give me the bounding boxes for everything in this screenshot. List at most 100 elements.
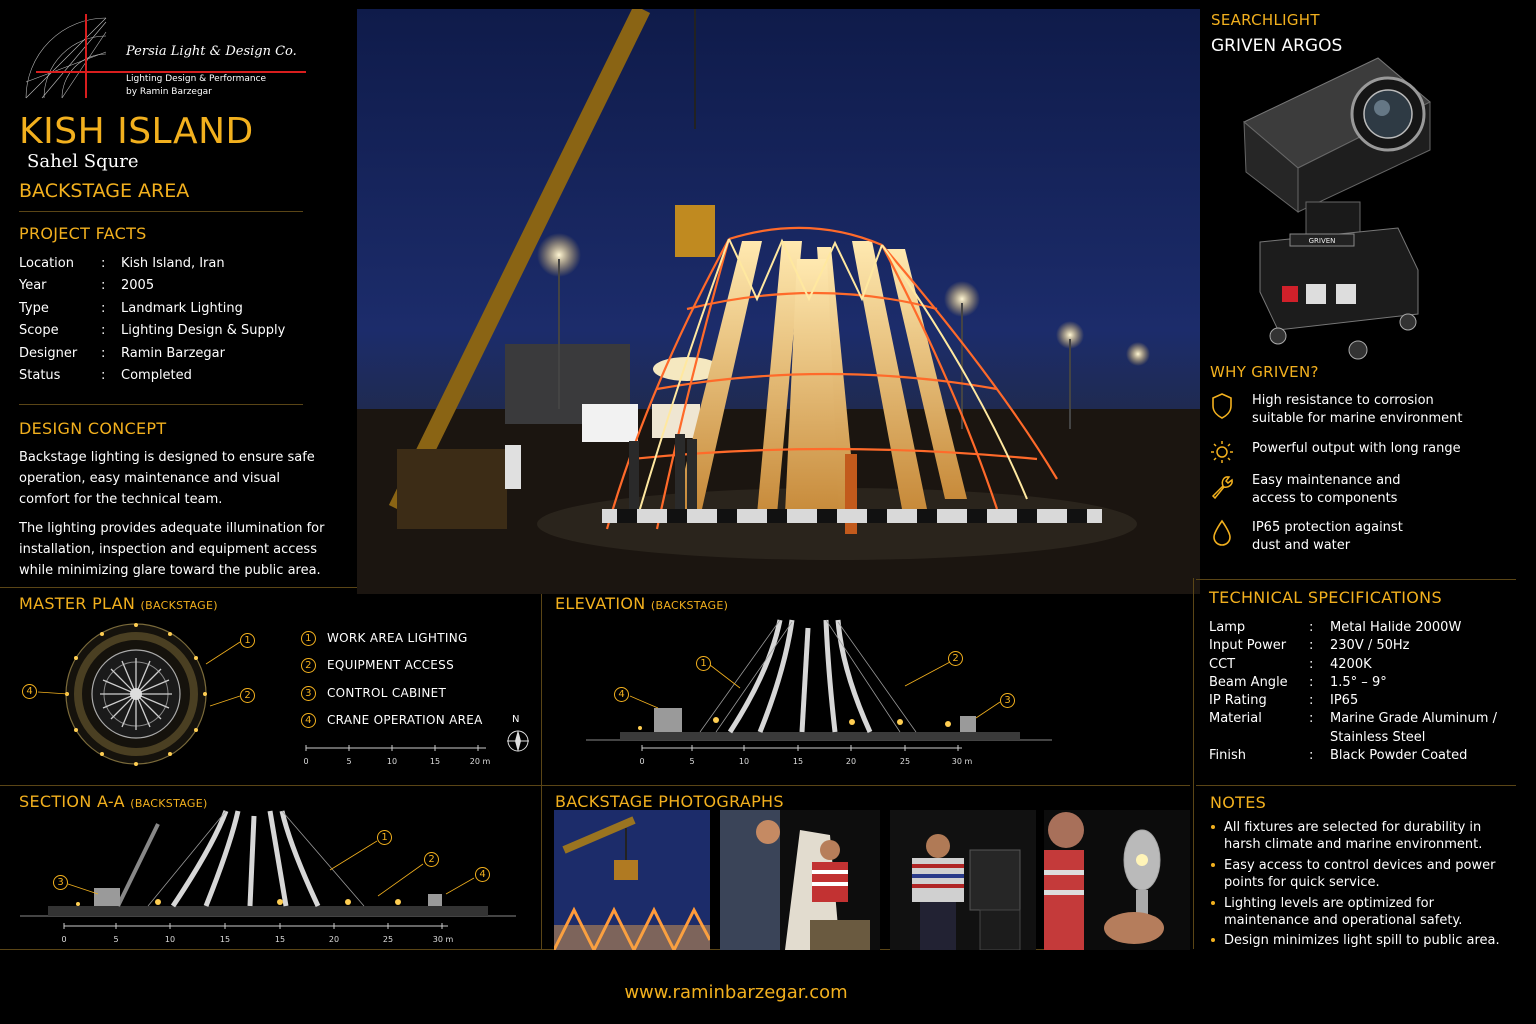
- scale-label: 20: [846, 757, 856, 766]
- searchlight-product-image: GRIVEN: [1243, 57, 1431, 360]
- scale-label: 0: [303, 757, 308, 766]
- fact-colon: :: [101, 256, 106, 271]
- spec-row: Beam Angle:1.5° – 9°: [1209, 674, 1387, 690]
- searchlight-heading: SEARCHLIGHT: [1211, 11, 1320, 29]
- spec-row: IP Rating: IP65: [1209, 693, 1359, 709]
- fact-row: Type: Landmark Lighting: [19, 298, 285, 320]
- fact-row: Designer: Ramin Barzegar: [19, 343, 285, 365]
- scale-label: 15: [793, 757, 803, 766]
- company-author: by Ramin Barzegar: [126, 87, 212, 97]
- design-concept-heading: DESIGN CONCEPT: [19, 419, 167, 438]
- fact-value: 2005: [121, 278, 155, 294]
- shield-icon: [1212, 393, 1232, 419]
- legend-item: 4 CRANE OPERATION AREA: [301, 707, 483, 734]
- why-griven-heading: WHY GRIVEN?: [1210, 363, 1319, 381]
- company-logo: Persia Light & Design Co. Lighting Desig…: [22, 12, 312, 102]
- scale-label: 20 m: [470, 757, 491, 766]
- legend-item: 2 EQUIPMENT ACCESS: [301, 652, 483, 679]
- backstage-photo-equipment: [890, 810, 1036, 950]
- section-scale-bar: 0 5 10 15 15 20 25 30 m: [61, 923, 453, 944]
- divider: [19, 404, 303, 405]
- scale-label: 10: [165, 935, 175, 944]
- callout-badge: 2: [948, 651, 963, 666]
- scale-label: 5: [113, 935, 118, 944]
- divider: [1193, 578, 1194, 949]
- scale-label: 20: [329, 935, 339, 944]
- fact-colon: :: [101, 323, 106, 339]
- fact-value: Completed: [121, 368, 192, 384]
- legend-item: 3 CONTROL CABINET: [301, 680, 483, 707]
- company-tagline: Lighting Design & Performance: [126, 74, 267, 84]
- elevation-scale-bar: 0 5 10 15 20 25 30 m: [639, 745, 973, 766]
- divider: [541, 594, 542, 949]
- scale-label: 10: [739, 757, 749, 766]
- scale-label: 15: [275, 935, 285, 944]
- divider: [0, 587, 357, 588]
- elevation-drawing: [586, 619, 1052, 741]
- callout-badge: 4: [22, 684, 37, 699]
- callout-badge: 1: [377, 830, 392, 845]
- fact-value: Landmark Lighting: [121, 300, 243, 316]
- project-facts-heading: PROJECT FACTS: [19, 224, 147, 243]
- fact-row: Location: Kish Island, Iran: [19, 253, 285, 275]
- scale-label: 25: [383, 935, 393, 944]
- master-plan-legend: 1 WORK AREA LIGHTING 2 EQUIPMENT ACCESS 3C…: [301, 625, 483, 734]
- spec-row: Finish: Black Powder Coated: [1209, 748, 1468, 764]
- scale-label: 0: [639, 757, 644, 766]
- callout-badge: 2: [240, 688, 255, 703]
- fact-value: Lighting Design & Supply: [121, 323, 286, 339]
- backstage-photographs-heading: BACKSTAGE PHOTOGRAPHS: [555, 792, 784, 811]
- callout-badge: 2: [424, 852, 439, 867]
- footer-website-link[interactable]: www.raminbarzegar.com: [0, 982, 1472, 1003]
- technical-specifications-heading: TECHNICAL SPECIFICATIONS: [1209, 588, 1442, 607]
- notes-heading: NOTES: [1210, 793, 1267, 812]
- water-drop-icon: [1213, 519, 1231, 546]
- technical-specifications-list: Lamp: Metal Halide 2000W Input Power:230V…: [1209, 619, 1510, 765]
- why-text: Powerful output with long range: [1252, 441, 1461, 456]
- fact-colon: :: [101, 300, 106, 316]
- scale-label: 5: [689, 757, 694, 766]
- fact-key: Location: [19, 256, 74, 271]
- product-brand-mark: GRIVEN: [1309, 237, 1336, 245]
- project-title: KISH ISLAND: [19, 111, 254, 152]
- scale-label: 25: [900, 757, 910, 766]
- fact-key: Designer: [19, 345, 78, 361]
- fact-key: Scope: [19, 323, 59, 339]
- scale-label: 5: [346, 757, 351, 766]
- scale-label: 30 m: [952, 757, 973, 766]
- fact-value: Kish Island, Iran: [121, 256, 225, 271]
- master-plan-heading: MASTER PLAN (BACKSTAGE): [19, 594, 218, 613]
- north-arrow-icon: [507, 730, 529, 752]
- callout-badge: 4: [475, 867, 490, 882]
- why-item: Powerful output with long range: [1210, 440, 1461, 468]
- fact-value: Ramin Barzegar: [121, 345, 225, 361]
- note-item: Lighting levels are optimized for mainte…: [1210, 895, 1510, 930]
- project-subtitle: Sahel Squre: [27, 151, 139, 172]
- notes-list: All fixtures are selected for durability…: [1210, 819, 1510, 953]
- master-plan-scale-bar: 0 5 10 15 20 m: [303, 745, 491, 766]
- logo-mark-icon: [25, 14, 126, 99]
- why-item: High resistance to corrosion suitable for…: [1210, 392, 1462, 428]
- callout-badge: 3: [1000, 693, 1015, 708]
- callout-badge: 4: [614, 687, 629, 702]
- fact-key: Type: [19, 300, 49, 316]
- divider: [1196, 579, 1516, 580]
- north-label: N: [512, 714, 520, 725]
- backstage-photo-workers: [720, 810, 880, 950]
- backstage-photo-lamp: [1044, 810, 1190, 950]
- callout-badge: 3: [53, 875, 68, 890]
- project-facts-list: Location: Kish Island, Iran Year:2005 Typ…: [19, 253, 285, 387]
- why-text: IP65 protection against dust and water: [1252, 520, 1403, 553]
- why-text: High resistance to corrosion suitable for…: [1252, 393, 1463, 426]
- callout-badge: 1: [240, 633, 255, 648]
- fact-colon: :: [101, 278, 106, 294]
- hero-photo: [357, 9, 1200, 594]
- why-item: IP65 protection against dust and water: [1210, 519, 1403, 555]
- divider: [1196, 785, 1516, 786]
- legend-item: 1 WORK AREA LIGHTING: [301, 625, 483, 652]
- master-plan-tag: (BACKSTAGE): [140, 599, 218, 612]
- fact-row: Year:2005: [19, 275, 285, 297]
- design-concept-text: Backstage lighting is designed to ensure…: [19, 447, 329, 581]
- fact-colon: :: [101, 345, 106, 361]
- callout-badge: 1: [696, 656, 711, 671]
